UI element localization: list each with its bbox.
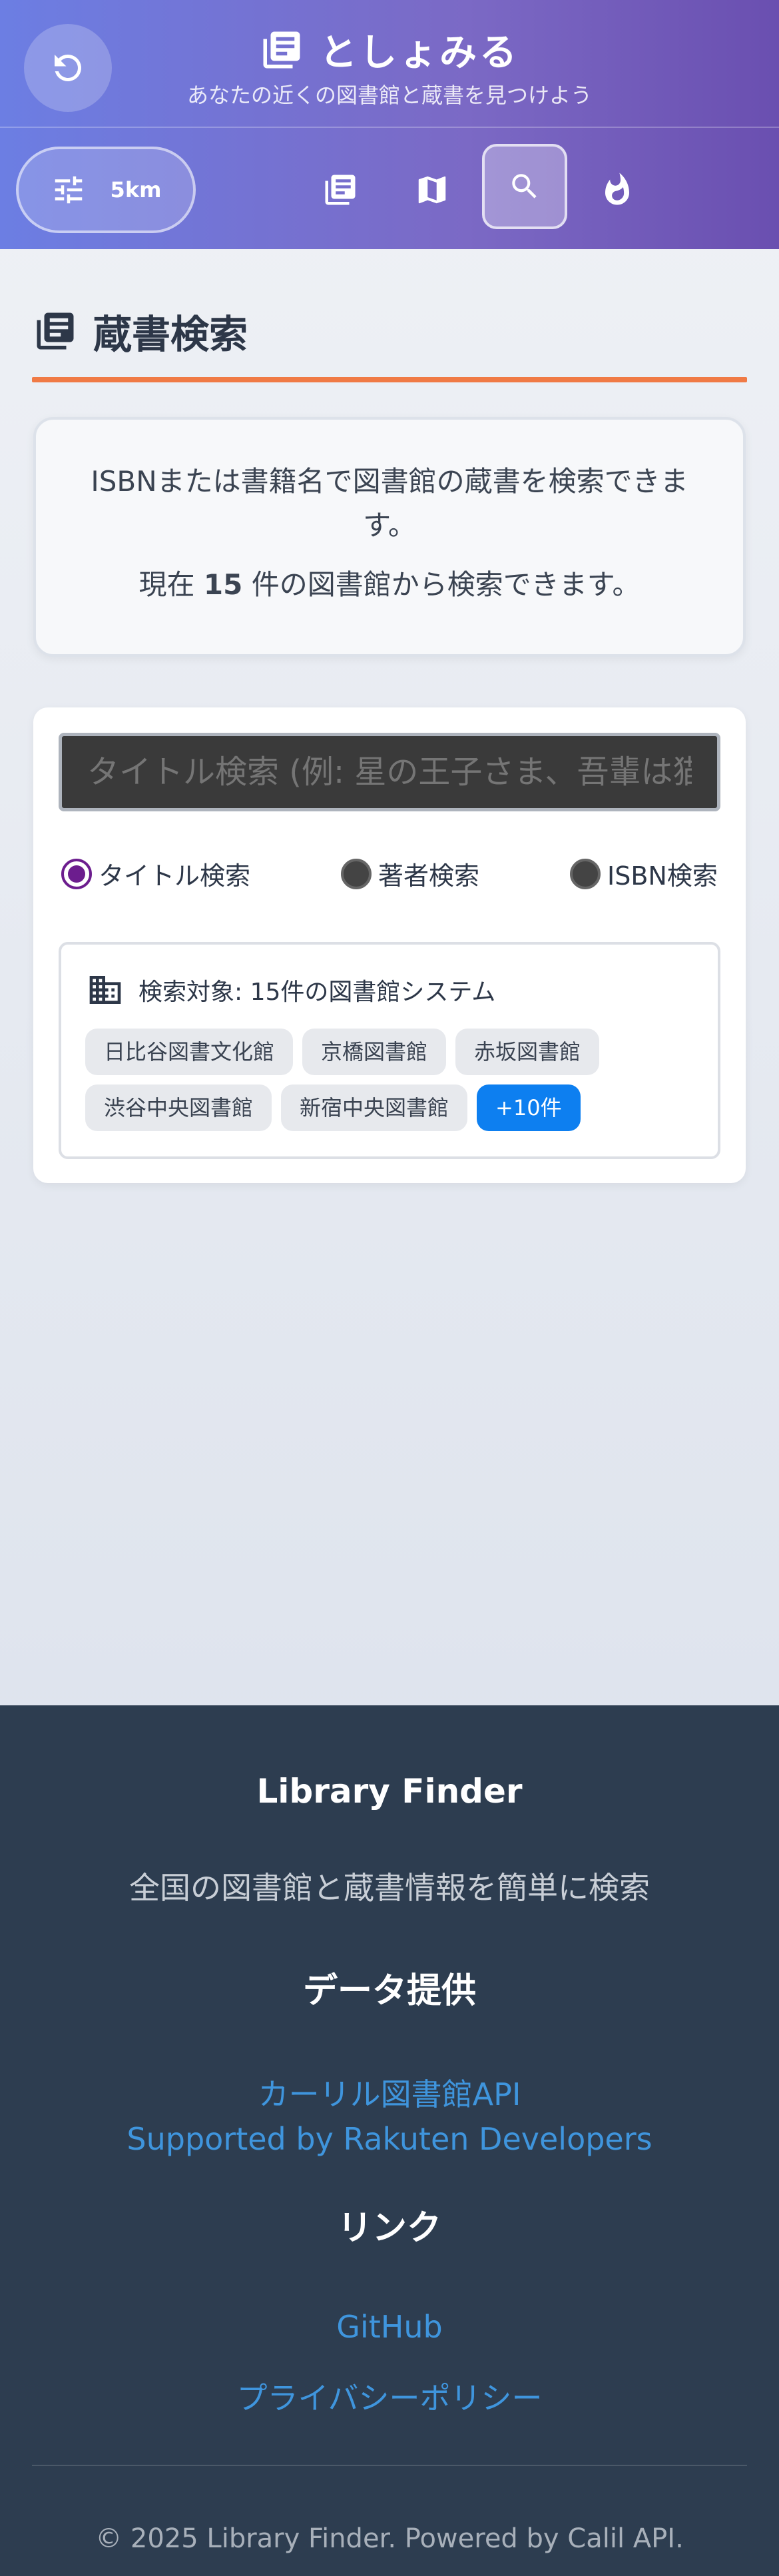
tune-sliders-icon (55, 176, 82, 204)
github-link[interactable]: GitHub (0, 2309, 779, 2345)
library-tag: 渋谷中央図書館 (85, 1084, 272, 1131)
radio-title[interactable] (61, 858, 92, 889)
app-title-row: としょみる (0, 23, 779, 77)
app-subtitle: あなたの近くの図書館と蔵書を見つけよう (186, 83, 592, 108)
library-tag-list: 日比谷図書文化館 京橋図書館 赤坂図書館 渋谷中央図書館 新宿中央図書館 +10… (85, 1029, 711, 1131)
search-mode-isbn-label: ISBN検索 (607, 861, 718, 891)
flame-icon (605, 173, 629, 205)
footer-description: 全国の図書館と蔵書情報を簡単に検索 (129, 1870, 650, 1906)
library-tag: 新宿中央図書館 (281, 1084, 468, 1131)
radio-isbn[interactable] (570, 858, 601, 889)
library-books-icon (37, 312, 74, 350)
nav-libraries-button[interactable] (304, 153, 377, 226)
info-count-suffix: 件の図書館から検索できます。 (251, 568, 641, 601)
info-library-count: 現在 15 件の図書館から検索できます。 (76, 562, 703, 603)
map-icon (418, 176, 446, 204)
section-divider (32, 377, 747, 382)
search-target-label: 検索対象: 15件の図書館システム (138, 979, 496, 1006)
radio-author[interactable] (341, 858, 372, 889)
distance-filter-button[interactable]: 5km (16, 147, 196, 233)
search-mode-author-label: 著者検索 (378, 861, 480, 891)
footer-data-heading: データ提供 (302, 1971, 476, 2011)
section-title: 蔵書検索 (93, 312, 248, 357)
nav-popular-button[interactable] (581, 153, 654, 226)
copyright: © 2025 Library Finder. Powered by Calil … (95, 2523, 684, 2554)
library-books-icon (325, 175, 356, 205)
header-top: としょみる あなたの近くの図書館と蔵書を見つけよう (0, 0, 779, 128)
search-icon (512, 174, 537, 199)
app-title: としょみる (320, 31, 519, 75)
more-libraries-button[interactable]: +10件 (477, 1084, 581, 1131)
search-target-header: 検索対象: 15件の図書館システム (87, 971, 495, 1009)
app-header: としょみる あなたの近くの図書館と蔵書を見つけよう 5km (0, 0, 779, 249)
nav-map-button[interactable] (395, 153, 469, 226)
nav-search-button[interactable] (482, 144, 567, 229)
search-input[interactable] (59, 733, 720, 811)
footer-brand: Library Finder (256, 1772, 523, 1811)
info-description: ISBNまたは書籍名で図書館の蔵書を検索できます。 (91, 465, 688, 542)
rakuten-developers-link[interactable]: Supported by Rakuten Developers (0, 2121, 779, 2157)
info-count-value: 15 (203, 568, 243, 601)
search-target-box: 検索対象: 15件の図書館システム 日比谷図書文化館 京橋図書館 赤坂図書館 渋… (59, 942, 720, 1159)
search-card: タイトル検索 著者検索 ISBN検索 検索対象: 15件の図書館システム 日比谷… (33, 707, 746, 1183)
building-icon (89, 976, 121, 1004)
privacy-policy-link[interactable]: プライバシーポリシー (0, 2374, 779, 2418)
library-tag: 赤坂図書館 (455, 1029, 600, 1075)
search-mode-title-label: タイトル検索 (99, 861, 251, 891)
info-card: ISBNまたは書籍名で図書館の蔵書を検索できます。 現在 15 件の図書館から検… (33, 417, 746, 657)
footer-divider (32, 2465, 747, 2466)
info-count-prefix: 現在 (138, 568, 195, 601)
search-mode-isbn[interactable]: ISBN検索 (570, 855, 718, 892)
footer: Library Finder 全国の図書館と蔵書情報を簡単に検索 データ提供 カ… (0, 1705, 779, 2576)
distance-label: 5km (110, 177, 162, 203)
section-heading: 蔵書検索 (33, 303, 248, 359)
calil-api-link[interactable]: カーリル図書館API (0, 2070, 779, 2114)
footer-links-heading: リンク (337, 2208, 441, 2248)
search-mode-title[interactable]: タイトル検索 (61, 855, 250, 892)
search-mode-author[interactable]: 著者検索 (341, 855, 479, 892)
library-books-icon (263, 31, 300, 68)
library-tag: 京橋図書館 (302, 1029, 447, 1075)
library-tag: 日比谷図書文化館 (85, 1029, 294, 1075)
